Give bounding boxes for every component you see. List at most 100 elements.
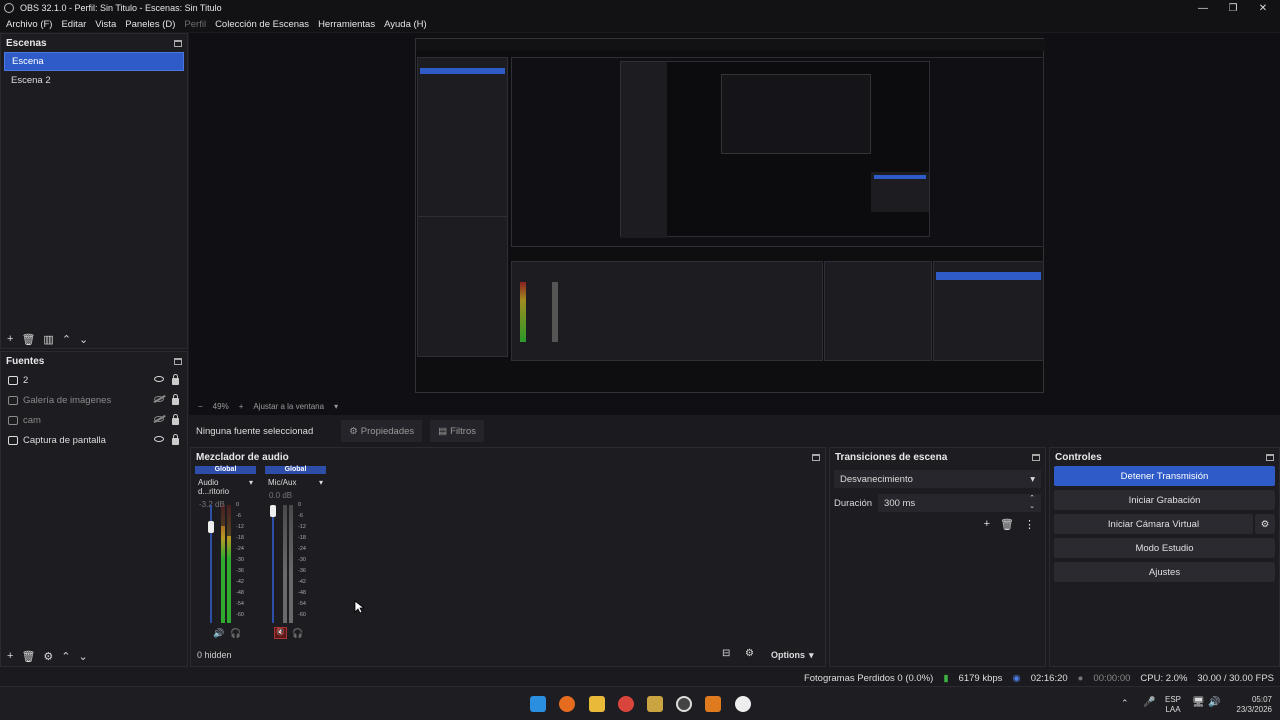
virtual-camera-button[interactable]: Iniciar Cámara Virtual <box>1054 514 1253 534</box>
zoom-in-icon[interactable]: + <box>239 402 244 411</box>
nested-meter <box>520 282 526 342</box>
chevron-up-icon[interactable]: ⌃ <box>1121 698 1129 709</box>
add-icon[interactable]: + <box>7 650 13 662</box>
filters-button[interactable]: ▤ Filtros <box>430 420 485 442</box>
headphones-icon[interactable]: 🎧 <box>292 628 303 639</box>
up-icon[interactable]: ⌃ <box>62 333 71 346</box>
network-icon[interactable]: 🖥 <box>1192 697 1205 708</box>
lock-icon[interactable] <box>172 393 179 405</box>
windows-start-icon[interactable] <box>530 696 546 712</box>
fader-track[interactable] <box>272 505 274 623</box>
add-icon[interactable]: + <box>984 518 990 531</box>
gear-icon[interactable]: ⚙ <box>43 650 53 663</box>
scene-item-escena[interactable]: Escena <box>4 52 184 71</box>
nested-screen <box>721 74 871 154</box>
stream-icon: ◉ <box>1012 672 1021 684</box>
menu-editar[interactable]: Editar <box>61 19 86 30</box>
nested-mixer <box>511 261 823 361</box>
bitrate: 6179 kbps <box>958 672 1003 684</box>
source-item[interactable]: cam <box>1 410 187 430</box>
undock-icon[interactable] <box>812 453 820 461</box>
layout-icon[interactable]: ⊟ <box>722 648 730 659</box>
microphone-icon[interactable]: 🎤 <box>1143 697 1155 708</box>
stop-stream-button[interactable]: Detener Transmisión <box>1054 466 1275 486</box>
transitions-dock: Transiciones de escena Desvanecimiento ▾ … <box>829 447 1046 667</box>
up-icon[interactable]: ⌃ <box>61 650 70 663</box>
menu-paneles[interactable]: Paneles (D) <box>125 19 175 30</box>
eye-icon[interactable] <box>154 375 164 382</box>
source-item[interactable]: Captura de pantalla <box>1 430 187 450</box>
spin-arrows-icon[interactable]: ⌃ ⌄ <box>1029 495 1035 511</box>
menu-vista[interactable]: Vista <box>95 19 116 30</box>
menu-ayuda[interactable]: Ayuda (H) <box>384 19 427 30</box>
media-player-icon[interactable] <box>735 696 751 712</box>
scenes-dock: Escenas Escena Escena 2 + 🗑 ▥ ⌃ ⌄ <box>0 33 188 349</box>
obs-icon[interactable] <box>676 696 692 712</box>
preview-canvas[interactable] <box>415 38 1045 393</box>
source-item[interactable]: Galería de imágenes <box>1 390 187 410</box>
undock-icon[interactable] <box>174 39 182 47</box>
chevron-down-icon[interactable]: ▾ <box>319 478 323 487</box>
settings-icon[interactable]: ⚙ <box>745 648 754 659</box>
duration-spinbox[interactable]: 300 ms ⌃ ⌄ <box>878 494 1041 512</box>
down-icon[interactable]: ⌄ <box>79 650 88 663</box>
trash-icon[interactable]: 🗑 <box>21 650 35 663</box>
menu-coleccion[interactable]: Colección de Escenas <box>215 19 309 30</box>
start-recording-button[interactable]: Iniciar Grabación <box>1054 490 1275 510</box>
scene-item-escena-2[interactable]: Escena 2 <box>4 71 184 90</box>
undock-icon[interactable] <box>174 357 182 365</box>
eye-hidden-icon[interactable] <box>154 395 164 402</box>
close-button[interactable]: ✕ <box>1248 0 1278 16</box>
more-icon[interactable]: ⋮ <box>1024 518 1035 531</box>
undock-icon[interactable] <box>1266 453 1274 461</box>
studio-mode-button[interactable]: Modo Estudio <box>1054 538 1275 558</box>
window-title: OBS 32.1.0 - Perfil: Sin Titulo - Escena… <box>20 3 222 13</box>
settings-button[interactable]: Ajustes <box>1054 562 1275 582</box>
sources-dock: Fuentes 2 Galería de imágenes cam Captur… <box>0 351 188 667</box>
menu-perfil[interactable]: Perfil <box>184 19 206 30</box>
options-button[interactable]: Options ▾ <box>771 650 814 661</box>
trash-icon[interactable]: 🗑 <box>1000 518 1014 531</box>
zoom-out-icon[interactable]: − <box>198 402 203 411</box>
chevron-down-icon[interactable]: ▾ <box>334 402 338 411</box>
chevron-down-icon[interactable]: ▾ <box>249 478 253 496</box>
maximize-button[interactable]: ❐ <box>1218 0 1248 16</box>
menu-archivo[interactable]: Archivo (F) <box>6 19 52 30</box>
clock[interactable]: 05:07 23/3/2026 <box>1228 695 1272 715</box>
record-icon: ● <box>1077 672 1084 684</box>
undock-icon[interactable] <box>1032 453 1040 461</box>
add-icon[interactable]: + <box>7 333 13 345</box>
eye-icon[interactable] <box>154 435 164 442</box>
meter-scale: 0 -6 -12 -18 -24 -30 -36 -42 -48 -54 -60 <box>236 502 244 624</box>
chrome-icon[interactable] <box>618 696 634 712</box>
virtual-camera-gear-icon[interactable]: ⚙ <box>1255 514 1275 534</box>
hidden-count[interactable]: 0 hidden <box>197 650 232 660</box>
lock-icon[interactable] <box>172 433 179 445</box>
app-icon[interactable] <box>647 696 663 712</box>
firefox-icon[interactable] <box>559 696 575 712</box>
headphones-icon[interactable]: 🎧 <box>230 628 241 639</box>
properties-button[interactable]: ⚙ Propiedades <box>341 420 423 442</box>
lock-icon[interactable] <box>172 413 179 425</box>
minimize-button[interactable]: — <box>1188 0 1218 16</box>
fit-label[interactable]: Ajustar a la ventana <box>253 402 324 411</box>
muted-mic-icon[interactable]: 🔇 <box>274 627 287 639</box>
eye-hidden-icon[interactable] <box>154 415 164 422</box>
cpu-usage: CPU: 2.0% <box>1140 672 1188 684</box>
lock-icon[interactable] <box>172 373 179 385</box>
down-icon[interactable]: ⌄ <box>79 333 88 346</box>
menu-herramientas[interactable]: Herramientas <box>318 19 375 30</box>
transition-select[interactable]: Desvanecimiento ▾ <box>834 470 1041 488</box>
volume-fader-handle[interactable] <box>270 505 276 517</box>
nested-controls <box>871 172 929 212</box>
folder-icon[interactable] <box>589 696 605 712</box>
language-indicator[interactable]: ESP LAA <box>1165 695 1181 715</box>
source-item[interactable]: 2 <box>1 370 187 390</box>
fl-studio-icon[interactable] <box>705 696 721 712</box>
volume-icon[interactable]: 🔊 <box>1208 697 1220 708</box>
speaker-icon[interactable]: 🔊 <box>213 628 224 639</box>
volume-fader-handle[interactable] <box>208 521 214 533</box>
no-source-label: Ninguna fuente seleccionad <box>196 425 314 437</box>
trash-icon[interactable]: 🗑 <box>21 333 35 346</box>
filter-icon[interactable]: ▥ <box>43 333 53 346</box>
